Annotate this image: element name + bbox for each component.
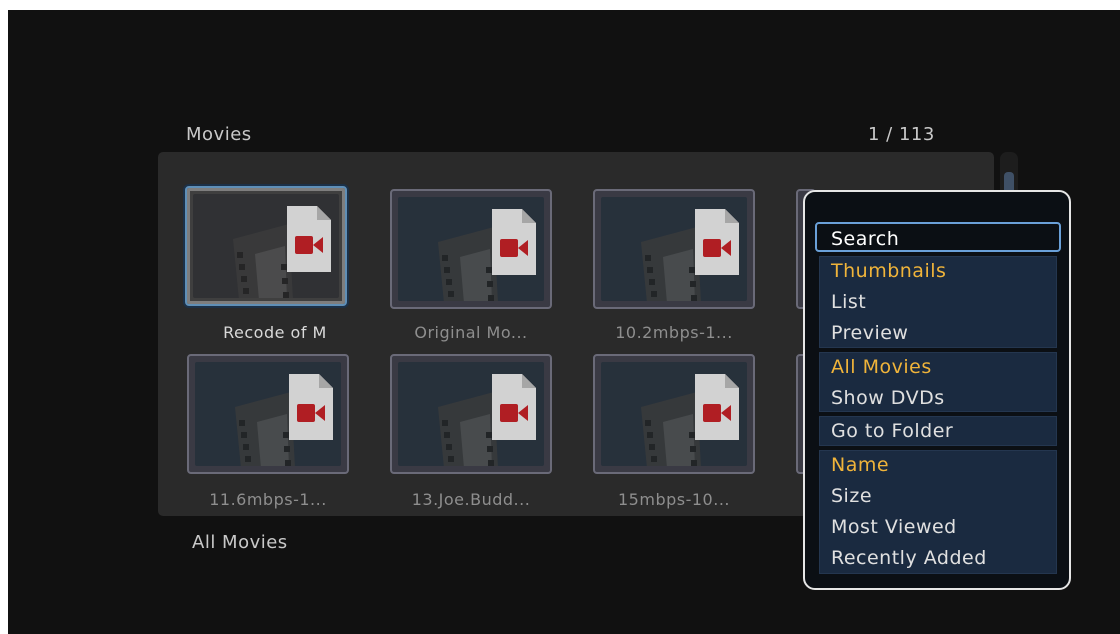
menu-item-list[interactable]: List (817, 287, 1057, 317)
thumbnail-label: 10.2mbps-1... (615, 323, 733, 342)
page-title: Movies (186, 124, 252, 145)
thumbnail-item[interactable] (593, 354, 755, 474)
video-file-icon (193, 194, 339, 298)
video-file-icon (601, 197, 747, 301)
thumbnail-item[interactable] (390, 354, 552, 474)
filter-label: All Movies (192, 532, 288, 553)
thumbnail-label: Recode of M (223, 323, 327, 342)
menu-item-recently-added[interactable]: Recently Added (817, 543, 1057, 573)
menu-item-go-to-folder[interactable]: Go to Folder (817, 416, 1057, 446)
thumbnail-label: 11.6mbps-1... (209, 490, 327, 509)
thumbnail-label: 13.Joe.Budd... (411, 490, 531, 509)
menu-item-most-viewed[interactable]: Most Viewed (817, 512, 1057, 542)
video-file-icon (195, 362, 341, 466)
video-file-icon (398, 362, 544, 466)
thumbnail-item[interactable] (187, 354, 349, 474)
thumbnail-item[interactable] (593, 189, 755, 309)
thumbnail-label: 15mbps-10... (618, 490, 730, 509)
menu-item-thumbnails[interactable]: Thumbnails (817, 256, 1057, 286)
menu-item-show-dvds[interactable]: Show DVDs (817, 383, 1057, 413)
menu-item-preview[interactable]: Preview (817, 318, 1057, 348)
thumbnail-item[interactable] (185, 186, 347, 306)
thumbnail-label: Original Mo... (414, 323, 528, 342)
video-file-icon (398, 197, 544, 301)
thumbnail-item[interactable] (390, 189, 552, 309)
menu-item-search[interactable]: Search (815, 222, 1061, 252)
video-file-icon (601, 362, 747, 466)
page-counter: 1 / 113 (868, 124, 935, 145)
menu-item-name[interactable]: Name (817, 450, 1057, 480)
menu-item-all-movies[interactable]: All Movies (817, 352, 1057, 382)
menu-item-size[interactable]: Size (817, 481, 1057, 511)
options-menu: Search Thumbnails List Preview All Movie… (803, 190, 1071, 590)
